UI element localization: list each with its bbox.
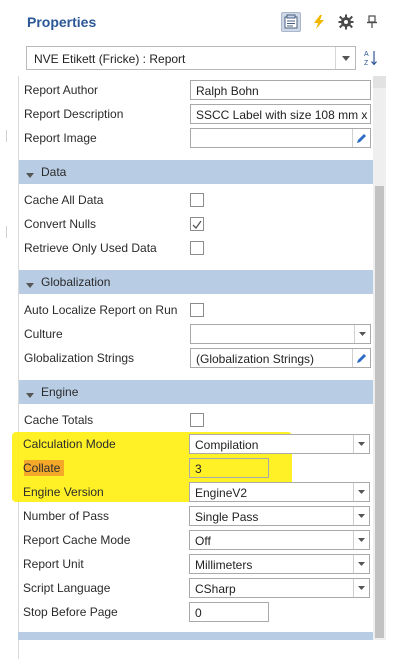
left-gutter (0, 0, 18, 659)
collate-field[interactable]: 3 (189, 458, 269, 478)
field-value: EngineV2 (195, 486, 248, 500)
chevron-down-icon[interactable] (353, 579, 369, 597)
property-row-report-cache-mode: Report Cache Mode Off (18, 528, 373, 552)
object-selector-dropdown[interactable]: NVE Etikett (Fricke) : Report (26, 46, 356, 70)
engine-version-dropdown[interactable]: EngineV2 (189, 482, 370, 502)
field-value: 3 (195, 462, 202, 476)
sort-alphabetical-icon[interactable]: A Z (360, 47, 382, 69)
script-language-dropdown[interactable]: CSharp (189, 578, 370, 598)
report-cache-mode-dropdown[interactable]: Off (189, 530, 370, 550)
field-value: Single Pass (195, 510, 259, 524)
field-value: Compilation (195, 438, 259, 452)
pin-icon[interactable] (362, 12, 382, 32)
engine-rows-layer: Calculation Mode Compilation Collate 3 E… (18, 76, 373, 659)
property-label: Report Cache Mode (23, 533, 131, 547)
svg-text:A: A (364, 51, 369, 58)
property-label: Script Language (23, 581, 111, 595)
property-row-stop-before-page: Stop Before Page 0 (18, 600, 373, 624)
property-row-report-unit: Report Unit Millimeters (18, 552, 373, 576)
property-row-engine-version: Engine Version EngineV2 (18, 480, 373, 504)
panel-title: Properties (27, 14, 97, 30)
chevron-down-icon[interactable] (353, 435, 369, 453)
chevron-down-icon[interactable] (353, 483, 369, 501)
property-row-calculation-mode: Calculation Mode Compilation (18, 432, 373, 456)
calculation-mode-dropdown[interactable]: Compilation (189, 434, 370, 454)
property-label: Collate (23, 461, 61, 475)
events-lightning-icon[interactable] (309, 12, 329, 32)
scrollbar-track-top (373, 76, 386, 88)
svg-text:Z: Z (364, 60, 369, 67)
chevron-down-icon[interactable] (335, 47, 355, 69)
number-of-pass-dropdown[interactable]: Single Pass (189, 506, 370, 526)
property-label: Number of Pass (23, 509, 110, 523)
vertical-scrollbar[interactable] (373, 76, 386, 640)
property-label: Calculation Mode (23, 437, 116, 451)
object-selector-value: NVE Etikett (Fricke) : Report (34, 52, 186, 66)
properties-view-icon[interactable] (281, 12, 301, 32)
chevron-down-icon[interactable] (353, 507, 369, 525)
property-row-collate: Collate 3 (18, 456, 373, 480)
field-value: Off (195, 534, 211, 548)
field-value: Millimeters (195, 558, 253, 572)
settings-gear-icon[interactable] (336, 12, 356, 32)
stop-before-page-field[interactable]: 0 (189, 602, 269, 622)
scrollbar-thumb[interactable] (375, 186, 384, 638)
property-label: Report Unit (23, 557, 84, 571)
property-row-script-language: Script Language CSharp (18, 576, 373, 600)
chevron-down-icon[interactable] (353, 555, 369, 573)
property-label: Stop Before Page (23, 605, 118, 619)
property-label: Engine Version (23, 485, 104, 499)
panel-header: Properties (18, 0, 391, 44)
chevron-down-icon[interactable] (353, 531, 369, 549)
field-value: CSharp (195, 582, 236, 596)
property-row-number-of-pass: Number of Pass Single Pass (18, 504, 373, 528)
report-unit-dropdown[interactable]: Millimeters (189, 554, 370, 574)
properties-panel: Properties NVE Etikett (Fricke): Report… (0, 0, 393, 659)
field-value: 0 (195, 606, 202, 620)
category-next-partial (18, 632, 373, 640)
